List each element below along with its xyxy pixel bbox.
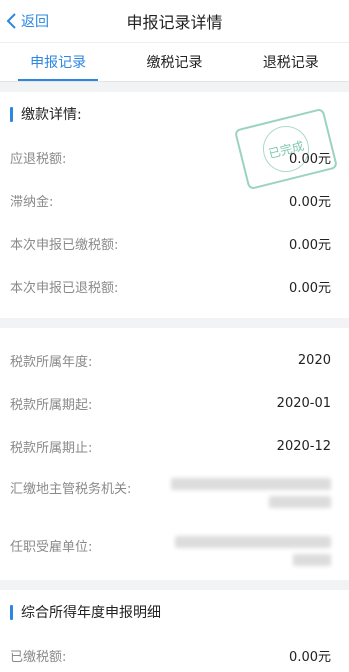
back-button[interactable]: 返回	[6, 0, 49, 42]
late-fee-label: 滞纳金:	[10, 195, 54, 210]
refunded-tax-value: 0.00元	[289, 281, 331, 296]
annual-section-header: 综合所得年度申报明细	[0, 590, 349, 634]
refund-due-value: 0.00元	[289, 152, 331, 167]
refunded-tax-label: 本次申报已退税额:	[10, 281, 119, 296]
refunded-tax-row: 本次申报已退税额: 0.00元	[0, 265, 349, 308]
payment-section: 缴款详情: 应退税额: 0.00元 滞纳金: 0.00元 本次申报已缴税额: 0…	[0, 92, 349, 318]
tax-year-value: 2020	[297, 353, 331, 368]
employer-row: 任职受雇单位:	[0, 528, 349, 584]
period-start-row: 税款所属期起: 2020-01	[0, 382, 349, 425]
page-title: 申报记录详情	[126, 13, 223, 32]
section-accent-bar	[10, 106, 13, 122]
tax-authority-label: 汇缴地主管税务机关:	[10, 482, 132, 497]
annual-paid-tax-row: 已缴税额: 0.00元	[0, 634, 349, 672]
paid-tax-value: 0.00元	[289, 238, 331, 253]
tab-bar: 申报记录 缴税记录 退税记录	[0, 42, 349, 82]
tax-year-label: 税款所属年度:	[10, 355, 93, 370]
period-end-row: 税款所属期止: 2020-12	[0, 425, 349, 468]
annual-paid-tax-value: 0.00元	[289, 650, 331, 665]
period-section: 税款所属年度: 2020 税款所属期起: 2020-01 税款所属期止: 202…	[0, 328, 349, 580]
tax-authority-row: 汇缴地主管税务机关:	[0, 468, 349, 528]
paid-tax-row: 本次申报已缴税额: 0.00元	[0, 222, 349, 265]
period-end-label: 税款所属期止:	[10, 441, 93, 456]
payment-section-title: 缴款详情:	[21, 107, 82, 123]
period-start-label: 税款所属期起:	[10, 398, 93, 413]
chevron-left-icon	[6, 13, 16, 29]
late-fee-row: 滞纳金: 0.00元	[0, 179, 349, 222]
nav-bar: 返回 申报记录详情	[0, 0, 349, 42]
section-accent-bar	[10, 604, 13, 620]
payment-section-header: 缴款详情:	[0, 92, 349, 136]
annual-paid-tax-label: 已缴税额:	[10, 650, 67, 665]
back-label: 返回	[21, 14, 49, 30]
period-start-value: 2020-01	[276, 396, 331, 411]
tab-refund-records[interactable]: 退税记录	[233, 43, 349, 81]
tab-payment-records[interactable]: 缴税记录	[116, 43, 232, 81]
employer-label: 任职受雇单位:	[10, 540, 93, 555]
tax-year-row: 税款所属年度: 2020	[0, 339, 349, 382]
refund-due-label: 应退税额:	[10, 152, 67, 167]
annual-section-title: 综合所得年度申报明细	[21, 605, 161, 621]
period-end-value: 2020-12	[276, 439, 331, 454]
employer-redacted	[175, 536, 331, 566]
tax-authority-redacted	[171, 478, 331, 508]
refund-due-row: 应退税额: 0.00元	[0, 136, 349, 179]
late-fee-value: 0.00元	[289, 195, 331, 210]
tab-declaration-records[interactable]: 申报记录	[0, 43, 116, 81]
paid-tax-label: 本次申报已缴税额:	[10, 238, 119, 253]
annual-section: 综合所得年度申报明细 已缴税额: 0.00元	[0, 590, 349, 672]
